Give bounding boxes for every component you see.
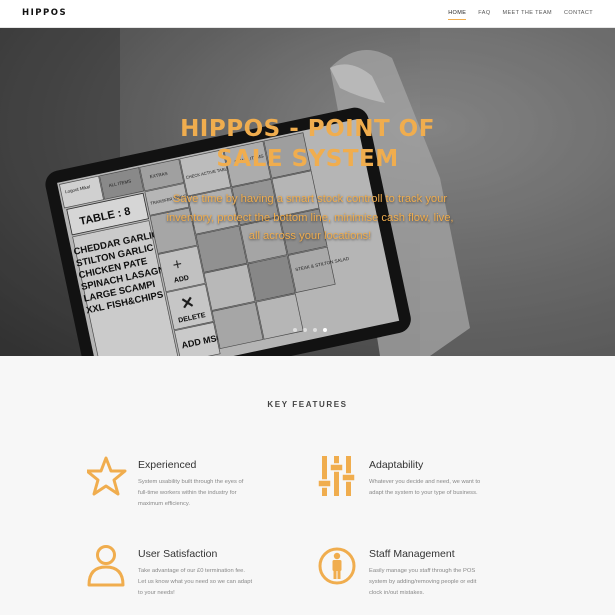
feature-description: Whatever you decide and need, we want to… [369, 479, 481, 496]
nav-link-home[interactable]: HOME [448, 10, 467, 20]
hero-title-line-2: SALE SYSTEM [216, 146, 399, 172]
key-features-section: KEY FEATURES Experienced System usabilit… [0, 356, 615, 615]
feature-experienced: Experienced System usability built throu… [87, 456, 287, 516]
feature-staff-management: Staff Management Easily manage you staff… [318, 545, 518, 605]
feature-adaptability: Adaptability Whatever you decide and nee… [318, 456, 518, 516]
feature-title: Experienced [138, 459, 197, 471]
feature-title: Staff Management [369, 548, 455, 560]
section-title: KEY FEATURES [267, 400, 348, 409]
brand-logo[interactable]: HIPPOS [22, 8, 67, 18]
feature-description: System usability built through the eyes … [138, 479, 244, 507]
nav-link-contact[interactable]: CONTACT [564, 10, 593, 20]
hero-title-line-1: HIPPOS - POINT OF [180, 116, 435, 142]
hero-title: HIPPOS - POINT OF SALE SYSTEM [0, 114, 615, 174]
hero-carousel[interactable]: Logout Mikel ALL ITEMS EXTRAS CHECK ACTI… [0, 28, 615, 356]
feature-description: Take advantage of our £0 termination fee… [138, 568, 253, 596]
main-nav: HOME FAQ MEET THE TEAM CONTACT [448, 10, 593, 20]
feature-description: Easily manage you staff through the POS … [369, 568, 477, 596]
nav-link-meet-the-team[interactable]: MEET THE TEAM [503, 10, 553, 20]
nav-link-faq[interactable]: FAQ [478, 10, 490, 20]
person-circle-icon [318, 547, 356, 585]
feature-user-satisfaction: User Satisfaction Take advantage of our … [87, 545, 287, 605]
sliders-icon [318, 456, 356, 496]
carousel-dot-2[interactable] [303, 328, 307, 332]
user-icon [87, 545, 125, 587]
feature-title: User Satisfaction [138, 548, 218, 560]
carousel-dot-1[interactable] [293, 328, 297, 332]
carousel-dot-4[interactable] [323, 328, 327, 332]
carousel-indicators [293, 328, 327, 332]
hero-subtitle: Save time by having a smart stock contro… [166, 193, 454, 242]
feature-title: Adaptability [369, 459, 424, 471]
star-icon [87, 456, 127, 496]
navbar: HIPPOS HOME FAQ MEET THE TEAM CONTACT [0, 0, 615, 28]
carousel-dot-3[interactable] [313, 328, 317, 332]
